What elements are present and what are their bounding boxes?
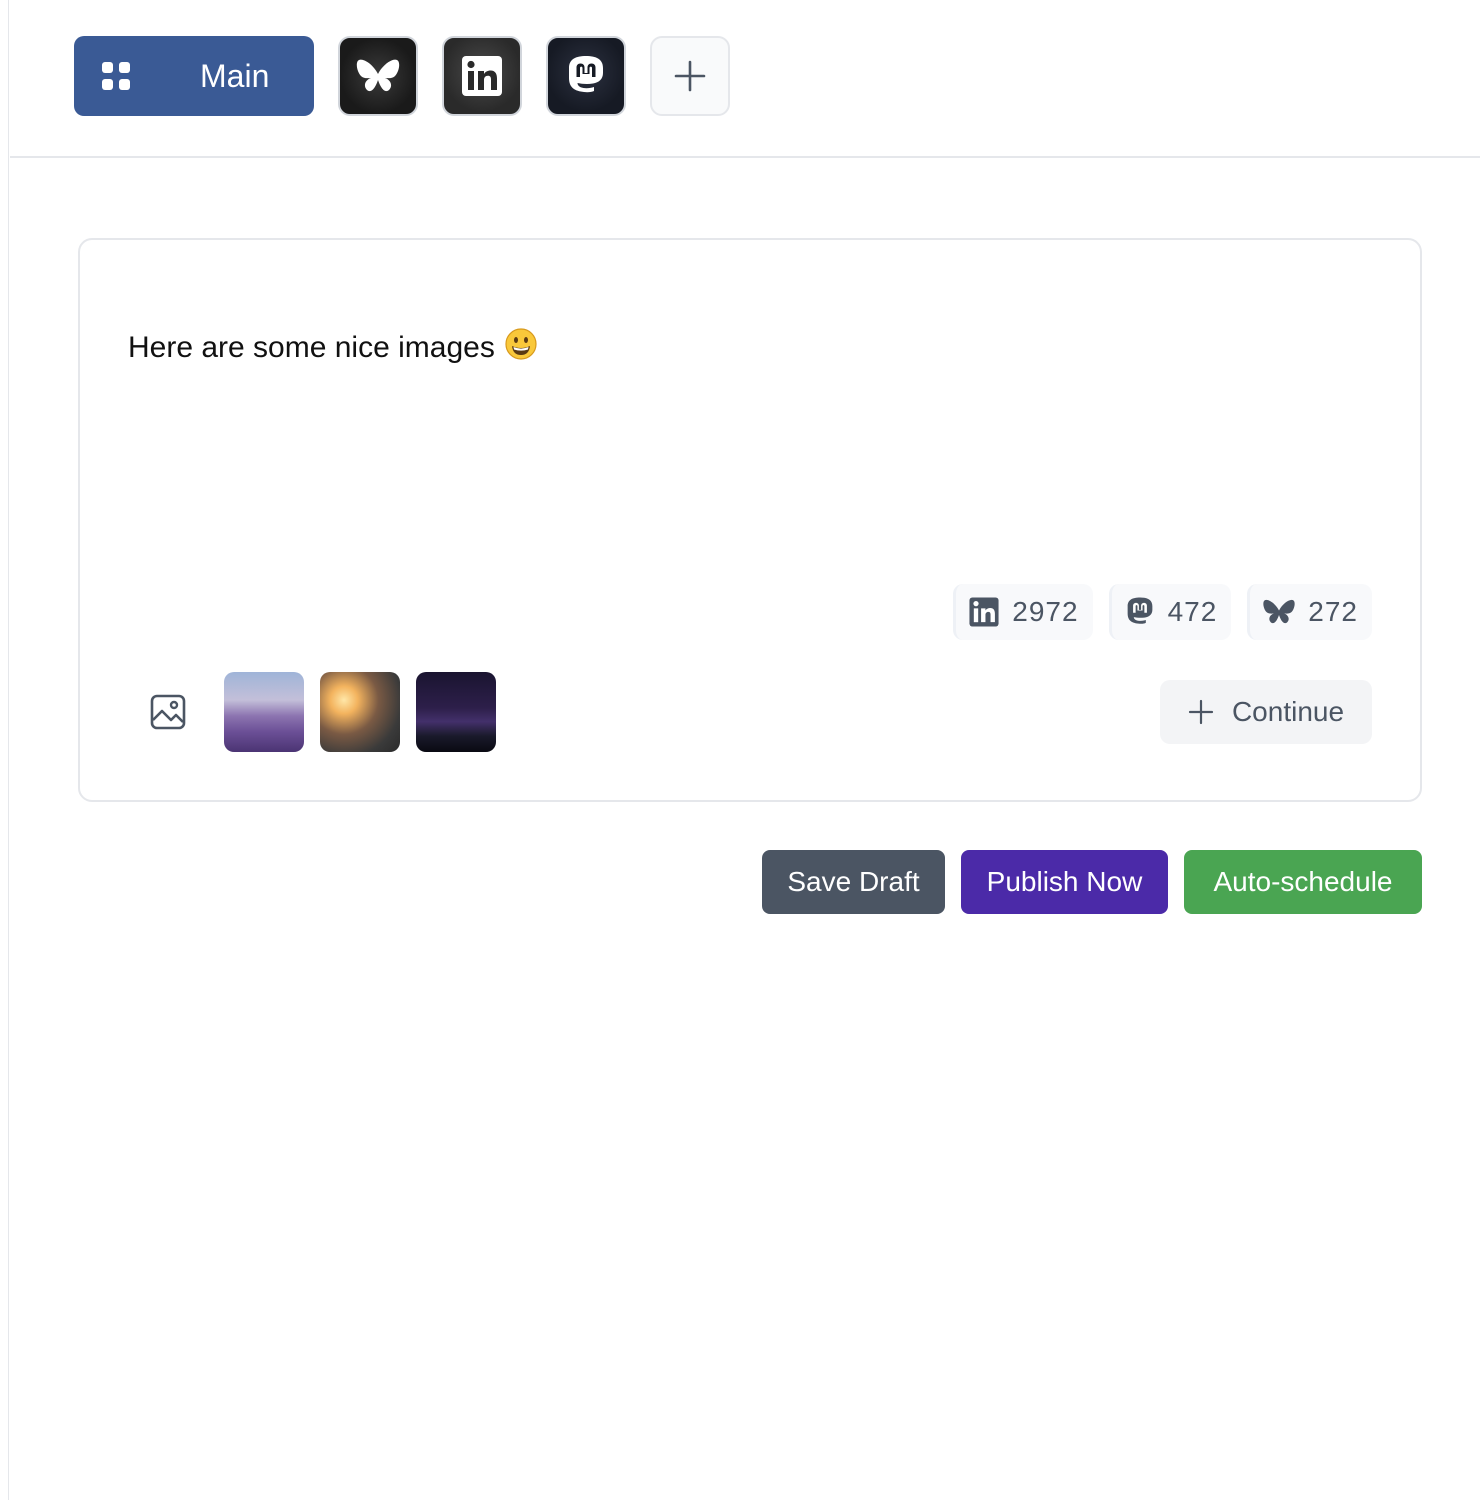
char-count-bluesky: 272	[1247, 584, 1372, 640]
add-image-button[interactable]	[148, 692, 188, 732]
media-thumbnail-cyclists-sunset[interactable]	[320, 672, 400, 752]
character-counts: 2972 472 272	[953, 584, 1372, 640]
left-border	[0, 0, 9, 1500]
account-avatar-linkedin[interactable]	[442, 36, 522, 116]
account-header: Main	[10, 0, 1480, 158]
bluesky-butterfly-icon	[1263, 599, 1295, 624]
plus-icon	[1188, 699, 1214, 725]
linkedin-icon	[462, 56, 502, 96]
bluesky-butterfly-icon	[356, 59, 400, 92]
char-count-linkedin: 2972	[953, 584, 1093, 640]
mastodon-icon	[1127, 597, 1152, 624]
grid-dots-icon	[102, 62, 130, 90]
save-draft-button[interactable]: Save Draft	[762, 850, 945, 914]
plus-icon	[674, 60, 706, 92]
main-tab-label: Main	[200, 57, 270, 94]
char-count-value: 272	[1308, 596, 1358, 627]
post-text: Here are some nice images	[128, 331, 495, 364]
grinning-face-emoji	[505, 328, 537, 368]
account-avatar-mastodon[interactable]	[546, 36, 626, 116]
media-thumbnail-city-night[interactable]	[416, 672, 496, 752]
linkedin-icon	[969, 597, 999, 627]
main-tab[interactable]: Main	[74, 36, 314, 116]
image-icon	[150, 694, 186, 730]
continue-thread-button[interactable]: Continue	[1160, 680, 1372, 744]
account-avatar-bluesky[interactable]	[338, 36, 418, 116]
media-row	[148, 672, 512, 752]
action-buttons: Save Draft Publish Now Auto-schedule	[762, 850, 1422, 914]
publish-now-button[interactable]: Publish Now	[961, 850, 1168, 914]
continue-label: Continue	[1231, 696, 1345, 727]
add-account-button[interactable]	[650, 36, 730, 116]
post-editor-card: Here are some nice images 2972 472 272 C…	[78, 238, 1422, 802]
char-count-value: 2972	[1012, 596, 1079, 627]
auto-schedule-button[interactable]: Auto-schedule	[1184, 850, 1422, 914]
char-count-mastodon: 472	[1108, 584, 1232, 640]
char-count-value: 472	[1167, 596, 1218, 627]
media-thumbnail-lavender-field[interactable]	[224, 672, 304, 752]
post-content-editor[interactable]: Here are some nice images	[128, 328, 537, 368]
mastodon-icon	[569, 56, 603, 93]
